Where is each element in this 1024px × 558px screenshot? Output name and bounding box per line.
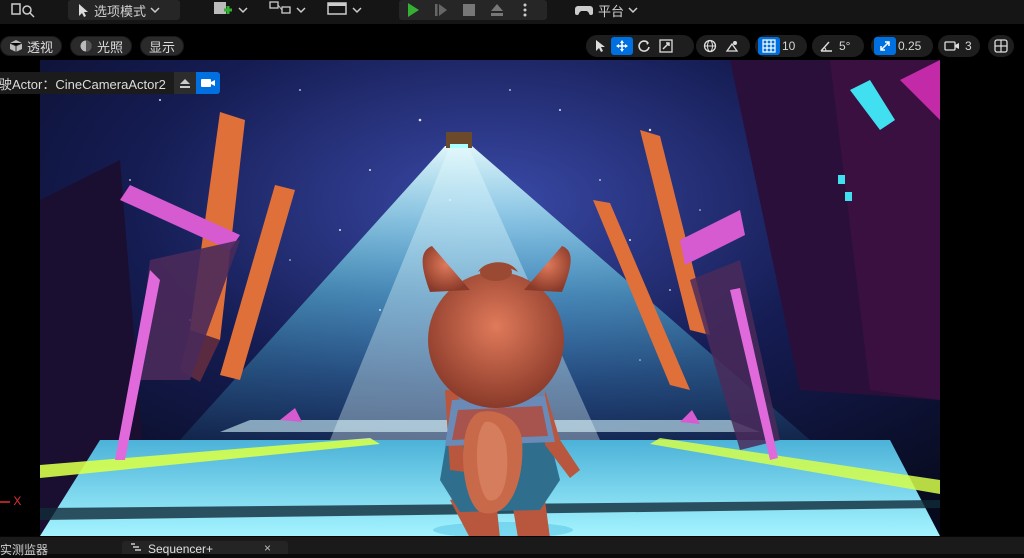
perspective-label: 透视: [27, 39, 54, 55]
chevron-down-icon: [628, 7, 638, 14]
video-camera-icon: [944, 41, 959, 51]
camera-preview-button[interactable]: [195, 72, 220, 94]
angle-icon: [820, 41, 832, 52]
platform-label: 平台: [598, 3, 625, 19]
eject-icon: [179, 79, 190, 88]
mode-icon: [79, 4, 88, 17]
grid-snap-toggle[interactable]: [758, 37, 780, 55]
x-axis-label: X: [13, 494, 22, 508]
move-icon: [616, 40, 628, 52]
viewport-layout-button[interactable]: [991, 37, 1011, 55]
cube-icon: [9, 40, 23, 52]
step-forward-icon: [435, 4, 447, 16]
tab-outliner[interactable]: 实测监器: [0, 541, 48, 558]
lighting-label: 光照: [97, 39, 124, 55]
stop-icon: [463, 4, 475, 16]
scale-snap-value[interactable]: 0.25: [896, 39, 926, 53]
mode-dropdown[interactable]: 选项模式: [68, 0, 180, 20]
video-camera-icon: [200, 79, 215, 87]
select-tool[interactable]: [589, 37, 611, 55]
grid-snap-group: 10: [755, 35, 807, 57]
play-options-button[interactable]: [511, 0, 539, 20]
surface-snap-toggle[interactable]: [721, 37, 743, 55]
tab-sequencer[interactable]: Sequencer+ ×: [122, 541, 288, 556]
stop-button[interactable]: [455, 0, 483, 20]
content-browser-button[interactable]: [10, 0, 36, 20]
eject-icon: [491, 4, 503, 16]
chevron-down-icon: [150, 7, 160, 14]
eject-pilot-button[interactable]: [173, 72, 196, 94]
level-viewport[interactable]: 透视 光照 显示 10 5° 0.25 3 驾驶Actor：CineCamera…: [0, 24, 1024, 536]
transform-tools: [586, 35, 694, 57]
surface-snap-icon: [725, 41, 739, 52]
add-actor-icon: [214, 2, 248, 14]
sequencer-tab-label: Sequencer+: [148, 542, 214, 556]
mode-label: 选项模式: [94, 3, 147, 19]
rotation-snap-value[interactable]: 5°: [837, 39, 855, 53]
blueprint-button[interactable]: [268, 0, 308, 20]
show-label: 显示: [149, 39, 176, 55]
pilot-actor-label: 驾驶Actor：CineCameraActor2: [0, 76, 166, 92]
lighting-icon: [80, 40, 92, 52]
grid-snap-value[interactable]: 10: [780, 39, 800, 53]
grid-icon: [762, 39, 776, 53]
pilot-actor-bar: 驾驶Actor：CineCameraActor2: [0, 72, 220, 94]
more-vertical-icon: [523, 3, 527, 17]
scale-icon: [659, 39, 673, 53]
rotate-tool[interactable]: [633, 37, 655, 55]
camera-speed-button[interactable]: [941, 37, 963, 55]
translate-tool[interactable]: [611, 37, 633, 55]
scale-snap-group: 0.25: [871, 35, 933, 57]
x-axis-line-icon: [0, 501, 10, 503]
platform-dropdown[interactable]: 平台: [574, 0, 638, 20]
play-button[interactable]: [399, 0, 427, 20]
scale-snap-icon: [880, 41, 890, 51]
globe-icon: [703, 39, 717, 53]
cursor-icon: [596, 40, 605, 52]
eject-button[interactable]: [483, 0, 511, 20]
sequencer-icon: [131, 543, 141, 551]
blueprint-icon: [269, 1, 306, 14]
add-actor-button[interactable]: [212, 0, 250, 20]
layout-group: [988, 35, 1014, 57]
gamepad-icon: [575, 6, 593, 15]
camera-speed-group[interactable]: 3: [938, 35, 980, 57]
cinematics-button[interactable]: [326, 0, 366, 20]
axis-gizmo: X: [0, 494, 21, 508]
scene-render: [40, 60, 940, 536]
layout-icon: [994, 39, 1008, 53]
rotation-snap-toggle[interactable]: [815, 37, 837, 55]
step-button[interactable]: [427, 0, 455, 20]
cinematics-icon: [327, 2, 362, 15]
show-button[interactable]: 显示: [140, 36, 185, 56]
play-controls: [399, 0, 547, 20]
rotate-icon: [638, 40, 650, 52]
camera-speed-value: 3: [965, 39, 972, 53]
play-icon: [408, 3, 419, 17]
scale-tool[interactable]: [655, 37, 677, 55]
main-toolbar: 选项模式 平台: [0, 0, 1024, 25]
rotation-snap-group: 5°: [812, 35, 864, 57]
lighting-button[interactable]: 光照: [70, 36, 133, 56]
scale-snap-toggle[interactable]: [874, 37, 896, 55]
space-tools: [696, 35, 750, 57]
world-space-toggle[interactable]: [699, 37, 721, 55]
bottom-panel-tabs: 实测监器 Sequencer+ ×: [0, 536, 1024, 557]
perspective-button[interactable]: 透视: [0, 36, 63, 56]
content-browser-icon: [11, 3, 35, 18]
